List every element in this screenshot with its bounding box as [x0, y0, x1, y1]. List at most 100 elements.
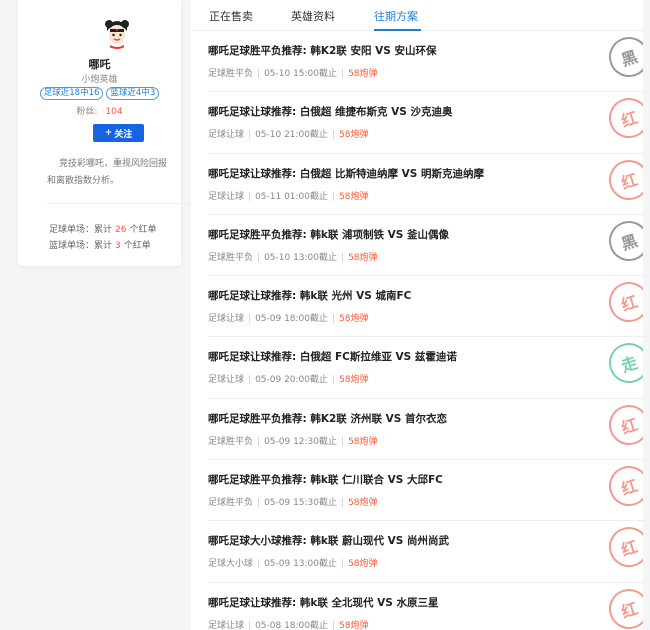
- list-item[interactable]: 哪吒足球胜平负推荐: 韩K2联 济州联 VS 首尔衣恋 足球胜平负 | 05-09 1…: [208, 399, 643, 461]
- tag-basketball-record: 篮球近4中3: [106, 87, 160, 100]
- item-price: 58炮弹: [339, 375, 369, 386]
- separator: |: [341, 559, 345, 570]
- separator: |: [257, 252, 261, 263]
- item-deadline: 05-10 13:00截止: [264, 252, 338, 263]
- item-category: 足球让球: [208, 375, 245, 386]
- item-deadline: 05-09 13:00截止: [264, 559, 338, 570]
- item-price: 58炮弹: [339, 191, 369, 202]
- item-meta: 足球大小球 | 05-09 13:00截止 | 58炮弹: [208, 556, 378, 569]
- item-deadline: 05-08 18:00截止: [255, 620, 329, 630]
- tab-past-plans[interactable]: 往期方案: [374, 8, 418, 24]
- item-category: 足球胜平负: [208, 252, 254, 263]
- item-price: 58炮弹: [348, 559, 378, 570]
- list-item[interactable]: 哪吒足球让球推荐: 韩k联 全北现代 VS 水原三星 足球让球 | 05-08 18:…: [208, 583, 643, 630]
- tab-on-sale[interactable]: 正在售卖: [209, 8, 253, 24]
- follow-button[interactable]: + 关注: [93, 124, 144, 142]
- item-meta: 足球让球 | 05-11 01:00截止 | 58炮弹: [208, 189, 369, 202]
- item-category: 足球胜平负: [208, 69, 254, 79]
- item-category: 足球让球: [208, 620, 245, 630]
- stat-basketball-count: 3: [115, 241, 121, 251]
- item-title[interactable]: 哪吒足球胜平负推荐: 韩k联 仁川联合 VS 大邱FC: [208, 472, 443, 487]
- separator: |: [332, 314, 336, 325]
- fans-count: 粉丝: 104: [18, 104, 181, 117]
- list-item[interactable]: 哪吒足球让球推荐: 韩k联 光州 VS 城南FC 足球让球 | 05-09 18:00…: [208, 276, 643, 338]
- result-stamp-icon: 红: [603, 522, 643, 573]
- item-price: 58炮弹: [339, 130, 369, 141]
- item-meta: 足球胜平负 | 05-09 12:30截止 | 58炮弹: [208, 434, 378, 447]
- result-stamp-icon: 走: [603, 338, 643, 389]
- fans-label: 粉丝:: [76, 107, 98, 117]
- item-deadline: 05-09 18:00截止: [255, 314, 329, 325]
- item-title[interactable]: 哪吒足球让球推荐: 韩k联 全北现代 VS 水原三星: [208, 595, 439, 610]
- separator: |: [257, 498, 261, 509]
- list-item[interactable]: 哪吒足球胜平负推荐: 韩k联 浦项制铁 VS 釜山偶像 足球胜平负 | 05-10 1…: [208, 215, 643, 277]
- item-price: 58炮弹: [339, 620, 369, 630]
- separator: |: [332, 375, 336, 386]
- item-price: 58炮弹: [348, 436, 378, 447]
- result-stamp-icon: 黑: [603, 31, 643, 83]
- item-title[interactable]: 哪吒足球胜平负推荐: 韩K2联 安阳 VS 安山环保: [208, 43, 436, 58]
- separator: |: [257, 69, 261, 79]
- item-title[interactable]: 哪吒足球让球推荐: 白俄超 FC斯拉维亚 VS 兹霍迪诺: [208, 349, 457, 364]
- list-item[interactable]: 哪吒足球让球推荐: 白俄超 比斯特迪纳摩 VS 明斯克迪纳摩 足球让球 | 05-11…: [208, 154, 643, 215]
- item-title[interactable]: 哪吒足球胜平负推荐: 韩K2联 济州联 VS 首尔衣恋: [208, 411, 447, 426]
- fans-number: 104: [105, 107, 123, 117]
- stat-basketball-prefix: 篮球单场：累计: [49, 241, 113, 251]
- item-title[interactable]: 哪吒足球让球推荐: 白俄超 比斯特迪纳摩 VS 明斯克迪纳摩: [208, 166, 484, 181]
- list-item[interactable]: 哪吒足球胜平负推荐: 韩k联 仁川联合 VS 大邱FC 足球胜平负 | 05-09 1…: [208, 460, 643, 522]
- item-title[interactable]: 哪吒足球大小球推荐: 韩k联 蔚山现代 VS 尚州尚武: [208, 533, 449, 548]
- item-title[interactable]: 哪吒足球让球推荐: 白俄超 维捷布斯克 VS 沙克迪奥: [208, 104, 453, 119]
- item-meta: 足球胜平负 | 05-10 15:00截止 | 58炮弹: [208, 66, 378, 79]
- stat-football-prefix: 足球单场：累计: [49, 225, 113, 235]
- item-price: 58炮弹: [348, 69, 378, 79]
- item-meta: 足球让球 | 05-08 18:00截止 | 58炮弹: [208, 618, 369, 630]
- plus-icon: +: [104, 128, 113, 138]
- item-title[interactable]: 哪吒足球让球推荐: 韩k联 光州 VS 城南FC: [208, 288, 411, 303]
- list-item[interactable]: 哪吒足球大小球推荐: 韩k联 蔚山现代 VS 尚州尚武 足球大小球 | 05-09 1…: [208, 521, 643, 583]
- item-title[interactable]: 哪吒足球胜平负推荐: 韩k联 浦项制铁 VS 釜山偶像: [208, 227, 449, 242]
- separator: |: [248, 314, 252, 325]
- item-category: 足球让球: [208, 191, 245, 202]
- item-category: 足球胜平负: [208, 498, 254, 509]
- item-meta: 足球让球 | 05-10 21:00截止 | 58炮弹: [208, 127, 369, 140]
- profile-tags: 足球近18中16 篮球近4中3: [18, 87, 181, 100]
- divider: [47, 203, 192, 204]
- avatar-image: [101, 17, 133, 49]
- tag-football-record: 足球近18中16: [39, 87, 104, 100]
- separator: |: [332, 191, 336, 202]
- separator: |: [257, 436, 261, 447]
- item-meta: 足球让球 | 05-09 20:00截止 | 58炮弹: [208, 372, 369, 385]
- item-deadline: 05-09 20:00截止: [255, 375, 329, 386]
- separator: |: [248, 620, 252, 630]
- item-deadline: 05-09 12:30截止: [264, 436, 338, 447]
- separator: |: [248, 191, 252, 202]
- separator: |: [248, 130, 252, 141]
- item-deadline: 05-09 15:30截止: [264, 498, 338, 509]
- stat-basketball: 篮球单场：累计 3 个红单: [49, 238, 151, 251]
- main-panel: 正在售卖 英雄资料 往期方案 哪吒足球胜平负推荐: 韩K2联 安阳 VS 安山环…: [191, 0, 643, 630]
- list-item[interactable]: 哪吒足球让球推荐: 白俄超 FC斯拉维亚 VS 兹霍迪诺 足球让球 | 05-09 2…: [208, 337, 643, 399]
- separator: |: [332, 130, 336, 141]
- stat-football-suffix: 个红单: [129, 225, 157, 235]
- separator: |: [248, 375, 252, 386]
- separator: |: [341, 436, 345, 447]
- item-category: 足球让球: [208, 314, 245, 325]
- avatar[interactable]: [101, 17, 133, 49]
- result-stamp-icon: 红: [603, 154, 643, 205]
- result-stamp-icon: 红: [603, 583, 643, 630]
- stat-basketball-suffix: 个红单: [123, 241, 151, 251]
- list-item[interactable]: 哪吒足球让球推荐: 白俄超 维捷布斯克 VS 沙克迪奥 足球让球 | 05-10 21…: [208, 92, 643, 154]
- separator: |: [341, 69, 345, 79]
- separator: |: [341, 498, 345, 509]
- item-meta: 足球胜平负 | 05-09 15:30截止 | 58炮弹: [208, 495, 378, 508]
- item-meta: 足球让球 | 05-09 18:00截止 | 58炮弹: [208, 311, 369, 324]
- tab-hero-profile[interactable]: 英雄资料: [291, 8, 335, 24]
- result-stamp-icon: 黑: [603, 215, 643, 267]
- list-item[interactable]: 哪吒足球胜平负推荐: 韩K2联 安阳 VS 安山环保 足球胜平负 | 05-10 15…: [208, 31, 643, 93]
- separator: |: [332, 620, 336, 630]
- profile-title: 小炮英雄: [81, 75, 118, 85]
- item-price: 58炮弹: [348, 252, 378, 263]
- result-stamp-icon: 红: [603, 460, 643, 512]
- tab-bar: 正在售卖 英雄资料 往期方案: [191, 0, 643, 31]
- separator: |: [341, 252, 345, 263]
